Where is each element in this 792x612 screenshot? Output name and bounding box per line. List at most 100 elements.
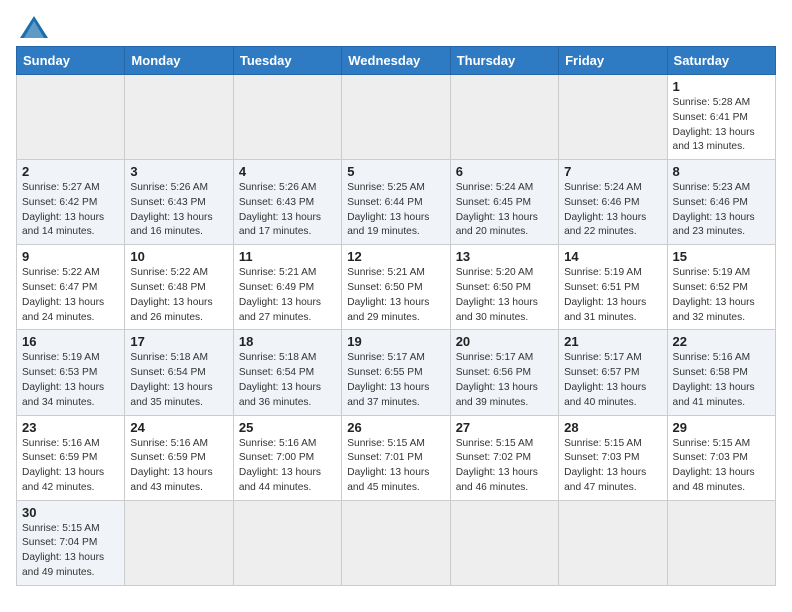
calendar-day-cell — [559, 75, 667, 160]
calendar-day-cell — [233, 75, 341, 160]
calendar-day-cell: 22Sunrise: 5:16 AMSunset: 6:58 PMDayligh… — [667, 330, 775, 415]
day-number: 7 — [564, 164, 661, 179]
day-number: 23 — [22, 420, 119, 435]
calendar-day-cell: 14 Sunrise: 5:19 AMSunset: 6:51 PMDayligh… — [559, 245, 667, 330]
day-number: 26 — [347, 420, 444, 435]
day-number: 21 — [564, 334, 661, 349]
calendar-day-cell: 24 Sunrise: 5:16 AMSunset: 6:59 PMDayligh… — [125, 415, 233, 500]
logo-icon — [20, 16, 48, 38]
calendar-table: SundayMondayTuesdayWednesdayThursdayFrid… — [16, 46, 776, 586]
day-info: Sunrise: 5:23 AMSunset: 6:46 PMDaylight:… — [673, 181, 770, 240]
calendar-day-cell — [342, 500, 450, 585]
calendar-day-cell: 17Sunrise: 5:18 AMSunset: 6:54 PMDayligh… — [125, 330, 233, 415]
day-info: Sunrise: 5:15 AMSunset: 7:04 PMDaylight:… — [22, 522, 119, 581]
calendar-day-cell — [17, 75, 125, 160]
day-number: 19 — [347, 334, 444, 349]
day-info: Sunrise: 5:15 AMSunset: 7:01 PMDaylight:… — [347, 437, 444, 496]
weekday-header: Thursday — [450, 47, 558, 75]
day-number: 20 — [456, 334, 553, 349]
calendar-header-row: SundayMondayTuesdayWednesdayThursdayFrid… — [17, 47, 776, 75]
calendar-day-cell: 19 Sunrise: 5:17 AMSunset: 6:55 PMDayligh… — [342, 330, 450, 415]
day-number: 27 — [456, 420, 553, 435]
day-number: 29 — [673, 420, 770, 435]
day-number: 10 — [130, 249, 227, 264]
day-number: 3 — [130, 164, 227, 179]
day-info: Sunrise: 5:27 AMSunset: 6:42 PMDaylight:… — [22, 181, 119, 240]
calendar-day-cell: 20 Sunrise: 5:17 AMSunset: 6:56 PMDayligh… — [450, 330, 558, 415]
day-info: Sunrise: 5:19 AMSunset: 6:53 PMDaylight:… — [22, 351, 119, 410]
calendar-day-cell — [125, 500, 233, 585]
calendar-day-cell — [450, 500, 558, 585]
day-info: Sunrise: 5:17 AMSunset: 6:55 PMDaylight:… — [347, 351, 444, 410]
day-number: 5 — [347, 164, 444, 179]
calendar-day-cell: 21 Sunrise: 5:17 AMSunset: 6:57 PMDayligh… — [559, 330, 667, 415]
calendar-day-cell: 25Sunrise: 5:16 AMSunset: 7:00 PMDayligh… — [233, 415, 341, 500]
calendar-day-cell: 10 Sunrise: 5:22 AMSunset: 6:48 PMDayligh… — [125, 245, 233, 330]
day-number: 14 — [564, 249, 661, 264]
day-number: 22 — [673, 334, 770, 349]
calendar-week-row: 9Sunrise: 5:22 AMSunset: 6:47 PMDaylight… — [17, 245, 776, 330]
calendar-day-cell: 28Sunrise: 5:15 AMSunset: 7:03 PMDayligh… — [559, 415, 667, 500]
calendar-day-cell: 13 Sunrise: 5:20 AMSunset: 6:50 PMDayligh… — [450, 245, 558, 330]
day-number: 25 — [239, 420, 336, 435]
day-info: Sunrise: 5:22 AMSunset: 6:48 PMDaylight:… — [130, 266, 227, 325]
day-number: 16 — [22, 334, 119, 349]
day-info: Sunrise: 5:16 AMSunset: 6:59 PMDaylight:… — [22, 437, 119, 496]
header — [16, 16, 776, 38]
day-number: 11 — [239, 249, 336, 264]
weekday-header: Saturday — [667, 47, 775, 75]
day-number: 13 — [456, 249, 553, 264]
calendar-week-row: 1 Sunrise: 5:28 AMSunset: 6:41 PMDaylight… — [17, 75, 776, 160]
calendar-day-cell: 11 Sunrise: 5:21 AMSunset: 6:49 PMDayligh… — [233, 245, 341, 330]
day-info: Sunrise: 5:18 AMSunset: 6:54 PMDaylight:… — [130, 351, 227, 410]
day-info: Sunrise: 5:15 AMSunset: 7:02 PMDaylight:… — [456, 437, 553, 496]
day-number: 2 — [22, 164, 119, 179]
day-info: Sunrise: 5:28 AMSunset: 6:41 PMDaylight:… — [673, 96, 770, 155]
calendar-day-cell: 26 Sunrise: 5:15 AMSunset: 7:01 PMDayligh… — [342, 415, 450, 500]
weekday-header: Tuesday — [233, 47, 341, 75]
day-info: Sunrise: 5:22 AMSunset: 6:47 PMDaylight:… — [22, 266, 119, 325]
day-info: Sunrise: 5:19 AMSunset: 6:52 PMDaylight:… — [673, 266, 770, 325]
day-number: 6 — [456, 164, 553, 179]
calendar-day-cell: 18 Sunrise: 5:18 AMSunset: 6:54 PMDayligh… — [233, 330, 341, 415]
day-info: Sunrise: 5:15 AMSunset: 7:03 PMDaylight:… — [673, 437, 770, 496]
day-number: 24 — [130, 420, 227, 435]
day-info: Sunrise: 5:17 AMSunset: 6:56 PMDaylight:… — [456, 351, 553, 410]
calendar-day-cell: 3 Sunrise: 5:26 AMSunset: 6:43 PMDaylight… — [125, 160, 233, 245]
day-info: Sunrise: 5:24 AMSunset: 6:45 PMDaylight:… — [456, 181, 553, 240]
calendar-day-cell: 7 Sunrise: 5:24 AMSunset: 6:46 PMDaylight… — [559, 160, 667, 245]
calendar-day-cell: 23 Sunrise: 5:16 AMSunset: 6:59 PMDayligh… — [17, 415, 125, 500]
day-info: Sunrise: 5:19 AMSunset: 6:51 PMDaylight:… — [564, 266, 661, 325]
day-number: 18 — [239, 334, 336, 349]
day-number: 30 — [22, 505, 119, 520]
logo-area — [16, 16, 50, 38]
weekday-header: Friday — [559, 47, 667, 75]
day-info: Sunrise: 5:18 AMSunset: 6:54 PMDaylight:… — [239, 351, 336, 410]
calendar-week-row: 16 Sunrise: 5:19 AMSunset: 6:53 PMDayligh… — [17, 330, 776, 415]
day-number: 4 — [239, 164, 336, 179]
calendar-day-cell: 5Sunrise: 5:25 AMSunset: 6:44 PMDaylight… — [342, 160, 450, 245]
day-info: Sunrise: 5:17 AMSunset: 6:57 PMDaylight:… — [564, 351, 661, 410]
calendar-week-row: 23 Sunrise: 5:16 AMSunset: 6:59 PMDayligh… — [17, 415, 776, 500]
calendar-day-cell: 4 Sunrise: 5:26 AMSunset: 6:43 PMDaylight… — [233, 160, 341, 245]
calendar-day-cell: 9Sunrise: 5:22 AMSunset: 6:47 PMDaylight… — [17, 245, 125, 330]
day-info: Sunrise: 5:21 AMSunset: 6:49 PMDaylight:… — [239, 266, 336, 325]
calendar-day-cell — [450, 75, 558, 160]
calendar-day-cell: 12 Sunrise: 5:21 AMSunset: 6:50 PMDayligh… — [342, 245, 450, 330]
day-info: Sunrise: 5:26 AMSunset: 6:43 PMDaylight:… — [239, 181, 336, 240]
calendar-day-cell: 27 Sunrise: 5:15 AMSunset: 7:02 PMDayligh… — [450, 415, 558, 500]
day-info: Sunrise: 5:21 AMSunset: 6:50 PMDaylight:… — [347, 266, 444, 325]
weekday-header: Sunday — [17, 47, 125, 75]
calendar-day-cell: 29 Sunrise: 5:15 AMSunset: 7:03 PMDayligh… — [667, 415, 775, 500]
calendar-day-cell: 30 Sunrise: 5:15 AMSunset: 7:04 PMDayligh… — [17, 500, 125, 585]
day-info: Sunrise: 5:26 AMSunset: 6:43 PMDaylight:… — [130, 181, 227, 240]
day-number: 1 — [673, 79, 770, 94]
day-info: Sunrise: 5:20 AMSunset: 6:50 PMDaylight:… — [456, 266, 553, 325]
day-number: 12 — [347, 249, 444, 264]
calendar-day-cell: 15Sunrise: 5:19 AMSunset: 6:52 PMDayligh… — [667, 245, 775, 330]
day-info: Sunrise: 5:24 AMSunset: 6:46 PMDaylight:… — [564, 181, 661, 240]
calendar-week-row: 2 Sunrise: 5:27 AMSunset: 6:42 PMDaylight… — [17, 160, 776, 245]
calendar-day-cell: 16 Sunrise: 5:19 AMSunset: 6:53 PMDayligh… — [17, 330, 125, 415]
day-number: 28 — [564, 420, 661, 435]
day-info: Sunrise: 5:16 AMSunset: 6:59 PMDaylight:… — [130, 437, 227, 496]
